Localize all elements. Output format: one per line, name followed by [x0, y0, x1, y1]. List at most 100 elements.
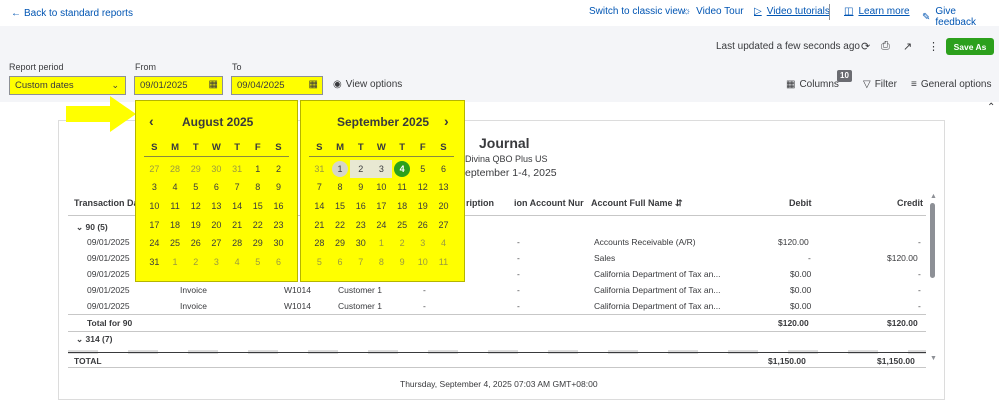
calendar-day[interactable]: 22 — [247, 216, 268, 235]
calendar-day[interactable]: 21 — [309, 216, 330, 235]
group-toggle[interactable]: ⌄ 314 (7) — [76, 334, 112, 345]
columns-button[interactable]: ▦ Columns — [786, 79, 839, 90]
calendar-day[interactable]: 17 — [144, 216, 165, 235]
calendar-day[interactable]: 4 — [227, 253, 248, 272]
video-tutorials-link[interactable]: ▷ Video tutorials — [754, 6, 830, 17]
calendar-day[interactable]: 5 — [309, 253, 330, 272]
calendar-day[interactable]: 28 — [309, 234, 330, 253]
col-description[interactable]: ription — [466, 198, 494, 208]
calendar-day[interactable]: 29 — [330, 234, 351, 253]
calendar-day[interactable]: 31 — [309, 160, 330, 179]
calendar-day[interactable]: 6 — [330, 253, 351, 272]
calendar-day[interactable]: 30 — [206, 160, 227, 179]
collapse-icon[interactable]: ⌃ — [987, 102, 995, 113]
calendar-day[interactable]: 22 — [330, 216, 351, 235]
calendar-day[interactable]: 26 — [185, 234, 206, 253]
general-options-button[interactable]: ≡ General options — [911, 79, 991, 90]
give-feedback-link[interactable]: ✎ Give feedback — [922, 6, 999, 28]
calendar-day[interactable]: 20 — [206, 216, 227, 235]
calendar-day[interactable]: 30 — [268, 234, 289, 253]
calendar-day[interactable]: 19 — [185, 216, 206, 235]
report-period-select[interactable]: Custom dates ⌄ — [9, 76, 126, 95]
calendar-day[interactable]: 8 — [330, 178, 351, 197]
calendar-day[interactable]: 31 — [227, 160, 248, 179]
calendar-day[interactable]: 16 — [350, 197, 371, 216]
calendar-day[interactable]: 11 — [165, 197, 186, 216]
calendar-day[interactable]: 8 — [371, 253, 392, 272]
calendar-day[interactable]: 28 — [165, 160, 186, 179]
calendar-day[interactable]: 12 — [185, 197, 206, 216]
calendar-day[interactable]: 15 — [247, 197, 268, 216]
calendar-day[interactable]: 5 — [412, 160, 433, 179]
calendar-day[interactable]: 30 — [350, 234, 371, 253]
col-transaction-date[interactable]: Transaction Dat — [74, 198, 142, 208]
calendar-day[interactable]: 21 — [227, 216, 248, 235]
calendar-icon[interactable]: ▦ — [209, 79, 218, 90]
calendar-day[interactable]: 17 — [371, 197, 392, 216]
calendar-day[interactable]: 11 — [433, 253, 454, 272]
calendar-day-in-range[interactable]: 2 — [350, 159, 372, 179]
calendar-day[interactable]: 16 — [268, 197, 289, 216]
calendar-day[interactable]: 10 — [412, 253, 433, 272]
col-account-number[interactable]: ion Account Nur — [514, 198, 584, 208]
from-date-input[interactable]: 09/01/2025 ▦ — [134, 76, 223, 95]
calendar-day[interactable]: 8 — [247, 178, 268, 197]
calendar-day[interactable]: 1 — [371, 234, 392, 253]
calendar-day[interactable]: 15 — [330, 197, 351, 216]
calendar-day[interactable]: 9 — [268, 178, 289, 197]
calendar-day[interactable]: 11 — [392, 178, 413, 197]
calendar-day[interactable]: 7 — [227, 178, 248, 197]
calendar-day[interactable]: 6 — [206, 178, 227, 197]
calendar-day[interactable]: 29 — [247, 234, 268, 253]
calendar-day[interactable]: 5 — [247, 253, 268, 272]
calendar-day[interactable]: 12 — [412, 178, 433, 197]
scroll-up-icon[interactable]: ▲ — [930, 193, 937, 200]
calendar-day[interactable]: 3 — [144, 178, 165, 197]
calendar-day[interactable]: 13 — [433, 178, 454, 197]
calendar-day[interactable]: 1 — [247, 160, 268, 179]
calendar-day[interactable]: 18 — [392, 197, 413, 216]
calendar-day[interactable]: 27 — [433, 216, 454, 235]
filter-button[interactable]: ▽ Filter — [863, 79, 897, 90]
learn-more-link[interactable]: ◫ Learn more — [844, 6, 910, 17]
classic-view-link[interactable]: Switch to classic view — [589, 6, 685, 17]
calendar-day[interactable]: 24 — [371, 216, 392, 235]
calendar-day[interactable]: 5 — [185, 178, 206, 197]
calendar-day[interactable]: 9 — [392, 253, 413, 272]
calendar-day[interactable]: 7 — [309, 178, 330, 197]
calendar-day[interactable]: 27 — [144, 160, 165, 179]
calendar-day[interactable]: 10 — [371, 178, 392, 197]
col-credit[interactable]: Credit — [897, 198, 923, 208]
calendar-day[interactable]: 2 — [392, 234, 413, 253]
calendar-day[interactable]: 6 — [433, 160, 454, 179]
more-icon[interactable]: ⋮ — [928, 40, 939, 53]
calendar-day[interactable]: 3 — [206, 253, 227, 272]
prev-month-icon[interactable]: ‹ — [149, 113, 154, 129]
calendar-day[interactable]: 20 — [433, 197, 454, 216]
calendar-day-selected-start[interactable]: 1 — [330, 160, 351, 179]
back-link[interactable]: ← Back to standard reports — [11, 8, 133, 19]
calendar-day[interactable]: 2 — [268, 160, 289, 179]
calendar-day[interactable]: 14 — [309, 197, 330, 216]
calendar-day-in-range[interactable]: 3 — [371, 159, 392, 179]
calendar-day[interactable]: 4 — [165, 178, 186, 197]
refresh-icon[interactable]: ⟳ — [861, 40, 870, 53]
calendar-day[interactable]: 28 — [227, 234, 248, 253]
calendar-day[interactable]: 6 — [268, 253, 289, 272]
calendar-day[interactable]: 2 — [185, 253, 206, 272]
calendar-day[interactable]: 4 — [433, 234, 454, 253]
to-date-input[interactable]: 09/04/2025 ▦ — [231, 76, 323, 95]
calendar-day[interactable]: 26 — [412, 216, 433, 235]
view-options-button[interactable]: ◉ View options — [333, 79, 402, 90]
calendar-day[interactable]: 13 — [206, 197, 227, 216]
calendar-day[interactable]: 7 — [350, 253, 371, 272]
next-month-icon[interactable]: › — [444, 113, 449, 129]
calendar-day[interactable]: 10 — [144, 197, 165, 216]
calendar-day[interactable]: 23 — [268, 216, 289, 235]
calendar-icon[interactable]: ▦ — [309, 79, 318, 90]
calendar-day[interactable]: 24 — [144, 234, 165, 253]
calendar-day[interactable]: 25 — [165, 234, 186, 253]
export-icon[interactable]: ↗ — [903, 40, 912, 53]
calendar-day-selected-end[interactable]: 4 — [392, 160, 413, 179]
save-as-button[interactable]: Save As — [946, 38, 994, 55]
